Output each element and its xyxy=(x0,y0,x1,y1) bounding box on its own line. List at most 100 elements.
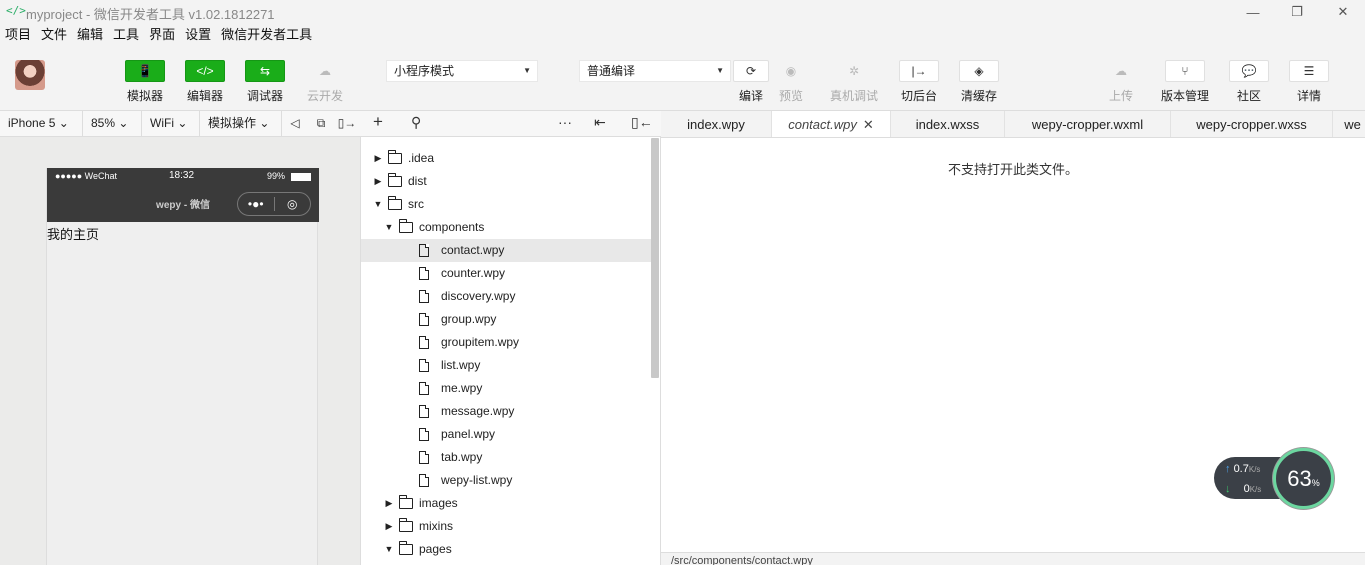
menu-settings[interactable]: 设置 xyxy=(180,24,216,46)
community-button[interactable]: 💬 社区 xyxy=(1221,60,1277,104)
folder-icon xyxy=(388,150,402,164)
tree-file-row[interactable]: wepy-list.wpy xyxy=(361,469,651,492)
tree-folder-row[interactable]: ▶ .idea xyxy=(361,147,651,170)
folder-icon xyxy=(399,495,413,509)
tree-file-row[interactable]: discovery.wpy xyxy=(361,285,651,308)
tree-file-row[interactable]: panel.wpy xyxy=(361,423,651,446)
editor-tab[interactable]: index.wxss xyxy=(891,111,1005,137)
editor-tab[interactable]: contact.wpy ✕ xyxy=(772,111,891,137)
tree-item-label: panel.wpy xyxy=(441,427,496,441)
debug-icon: ⇆ xyxy=(245,60,285,82)
upload-speed: 0.7 xyxy=(1233,463,1249,475)
upload-button[interactable]: ☁ 上传 xyxy=(1093,60,1149,104)
cloud-dev-button[interactable]: ☁ 云开发 xyxy=(297,60,353,104)
target-circle-icon[interactable]: ◎ xyxy=(275,193,311,215)
tree-folder-row[interactable]: ▶ mixins xyxy=(361,515,651,538)
remote-debug-button[interactable]: ✲ 真机调试 xyxy=(826,60,882,104)
background-button[interactable]: |→ 切后台 xyxy=(891,60,947,104)
cloud-dev-label: 云开发 xyxy=(306,89,343,103)
menu-wechat-devtools[interactable]: 微信开发者工具 xyxy=(216,24,317,46)
restore-button[interactable]: ❐ xyxy=(1275,0,1319,24)
tree-folder-row[interactable]: ▼ components xyxy=(361,216,651,239)
collapse-panel-icon[interactable]: ▯→ xyxy=(334,111,360,136)
compile-mode-select[interactable]: 普通编译 ▼ xyxy=(579,60,731,82)
file-icon xyxy=(419,290,429,303)
add-icon[interactable]: + xyxy=(373,112,383,132)
tree-file-row[interactable]: group.wpy xyxy=(361,308,651,331)
menu-view[interactable]: 界面 xyxy=(144,24,180,46)
collapsed-arrow-icon[interactable]: ▶ xyxy=(373,147,383,170)
minimize-button[interactable]: — xyxy=(1231,0,1275,24)
volume-icon[interactable]: ◁ xyxy=(282,111,308,136)
bug-icon: ✲ xyxy=(848,64,860,78)
editor-tab[interactable]: wepy-cropper.wxss xyxy=(1171,111,1333,137)
file-icon xyxy=(419,313,429,326)
close-tab-icon[interactable]: ✕ xyxy=(863,117,874,132)
tree-folder-row[interactable]: ▼ pages xyxy=(361,538,651,561)
capsule-menu[interactable]: •●• ◎ xyxy=(237,192,311,216)
phone-screen[interactable]: ●●●●● WeChat 18:32 99% wepy - 微信 •●• ◎ 我… xyxy=(46,168,319,565)
editor-tab[interactable]: wepy-cropper.wxml xyxy=(1005,111,1171,137)
tree-folder-row[interactable]: ▶ images xyxy=(361,492,651,515)
unsupported-file-message: 不支持打开此类文件。 xyxy=(947,162,1078,177)
phone-icon: 📱 xyxy=(125,60,165,82)
tree-file-row[interactable]: groupitem.wpy xyxy=(361,331,651,354)
debugger-button[interactable]: ⇆ 调试器 xyxy=(237,60,293,104)
preview-label: 预览 xyxy=(778,89,803,103)
detach-window-icon[interactable]: ⧉ xyxy=(308,111,334,136)
background-label: 切后台 xyxy=(900,89,937,103)
tree-file-row[interactable]: tab.wpy xyxy=(361,446,651,469)
version-button[interactable]: ⑂ 版本管理 xyxy=(1157,60,1213,104)
tree-item-label: mixins xyxy=(419,519,454,533)
tree-item-label: counter.wpy xyxy=(441,266,506,280)
download-arrow-icon: ↓ xyxy=(1225,483,1231,495)
editor-button[interactable]: </> 编辑器 xyxy=(177,60,233,104)
tree-file-row[interactable]: list.wpy xyxy=(361,354,651,377)
menu-project[interactable]: 项目 xyxy=(0,24,36,46)
tree-folder-row[interactable]: ▶ dist xyxy=(361,170,651,193)
toggle-panel-icon[interactable]: ▯← xyxy=(631,114,653,131)
avatar[interactable] xyxy=(15,60,45,90)
preview-button[interactable]: ◉ 预览 xyxy=(763,60,819,104)
zoom-select[interactable]: 85% ⌄ xyxy=(83,111,142,136)
cloud-icon: ☁ xyxy=(319,64,331,78)
tree-item-label: dist xyxy=(408,174,427,188)
tree-file-row[interactable]: me.wpy xyxy=(361,377,651,400)
file-path: /src/components/contact.wpy xyxy=(671,555,813,565)
collapsed-arrow-icon[interactable]: ▶ xyxy=(373,170,383,193)
device-select[interactable]: iPhone 5 ⌄ xyxy=(0,111,83,136)
collapse-all-icon[interactable]: ⇤ xyxy=(594,114,606,131)
folder-open-icon xyxy=(388,196,402,210)
search-icon[interactable]: ⚲ xyxy=(411,114,421,131)
menu-file[interactable]: 文件 xyxy=(36,24,72,46)
network-select[interactable]: WiFi ⌄ xyxy=(142,111,200,136)
mode-select[interactable]: 小程序模式 ▼ xyxy=(386,60,538,82)
tree-file-row[interactable]: contact.wpy xyxy=(361,239,651,262)
branch-icon: ⑂ xyxy=(1165,60,1205,82)
expanded-arrow-icon[interactable]: ▼ xyxy=(384,538,394,561)
editor-tabs: index.wpy contact.wpy ✕ index.wxss wepy-crop… xyxy=(661,110,1365,138)
more-icon[interactable]: ··· xyxy=(558,114,572,130)
editor-tab[interactable]: index.wpy xyxy=(661,111,772,137)
status-bar: /src/components/contact.wpy xyxy=(661,552,1365,565)
collapsed-arrow-icon[interactable]: ▶ xyxy=(384,492,394,515)
simulate-operation-select[interactable]: 模拟操作 ⌄ xyxy=(200,111,282,136)
close-window-button[interactable]: ✕ xyxy=(1321,0,1365,24)
clear-cache-button[interactable]: ◈ 清缓存 xyxy=(951,60,1007,104)
expanded-arrow-icon[interactable]: ▼ xyxy=(373,193,383,216)
collapsed-arrow-icon[interactable]: ▶ xyxy=(384,515,394,538)
tree-file-row[interactable]: message.wpy xyxy=(361,400,651,423)
tree-file-row[interactable]: counter.wpy xyxy=(361,262,651,285)
cpu-usage-gauge[interactable]: 63% xyxy=(1273,448,1334,509)
details-button[interactable]: ☰ 详情 xyxy=(1281,60,1337,104)
file-tree-scrollbar[interactable] xyxy=(651,138,659,378)
expanded-arrow-icon[interactable]: ▼ xyxy=(384,216,394,239)
switch-background-icon: |→ xyxy=(899,60,939,82)
upload-cloud-icon: ☁ xyxy=(1115,64,1127,78)
editor-tab[interactable]: we xyxy=(1333,111,1365,137)
menu-tools[interactable]: 工具 xyxy=(108,24,144,46)
more-dots-icon[interactable]: •●• xyxy=(238,193,274,215)
simulator-button[interactable]: 📱 模拟器 xyxy=(117,60,173,104)
menu-edit[interactable]: 编辑 xyxy=(72,24,108,46)
tree-folder-row[interactable]: ▼ src xyxy=(361,193,651,216)
